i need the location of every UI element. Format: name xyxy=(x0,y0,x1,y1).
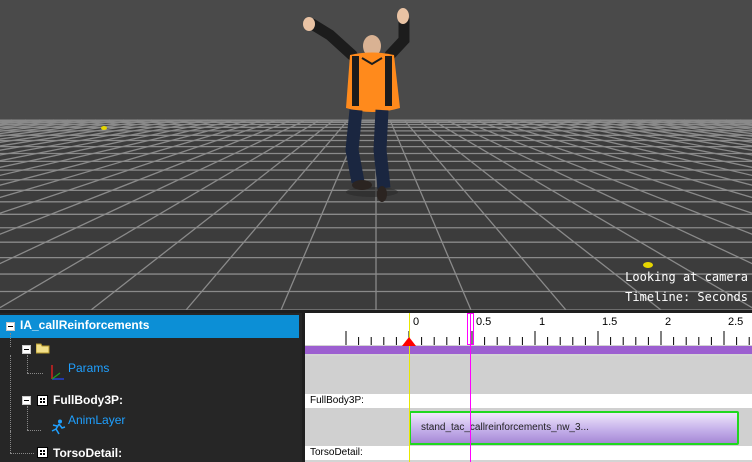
collapse-toggle-fullbody[interactable] xyxy=(22,396,31,405)
scene-render xyxy=(0,8,752,310)
clip-label: stand_tac_callreinforcements_nw_3... xyxy=(421,422,589,433)
tick-label: 1.5 xyxy=(602,316,618,328)
tick-label: 0.5 xyxy=(476,316,492,328)
tree-item-fullbody3p[interactable]: FullBody3P: xyxy=(53,393,123,407)
time-ruler[interactable]: 0 0.5 1 1.5 2 2.5 xyxy=(305,313,752,345)
folder-icon xyxy=(36,343,50,354)
tick-label: 2.5 xyxy=(728,316,744,328)
marker-object xyxy=(643,262,653,268)
timeline-panel[interactable]: 0 0.5 1 1.5 2 2.5 FullBody3P: TorsoDetail: st… xyxy=(305,313,752,462)
marker-object xyxy=(101,126,107,130)
editor-bottom-panel: IA_callReinforcements Params FullBody3P:… xyxy=(0,310,752,462)
animation-range-bar xyxy=(305,346,752,354)
track-fullbody3p[interactable] xyxy=(305,356,752,394)
keyframe-marker-icon[interactable] xyxy=(402,337,416,347)
3d-viewport[interactable]: Looking at camera Timeline: Seconds xyxy=(0,0,752,310)
layer-node-icon xyxy=(37,447,48,458)
animation-tree-panel: IA_callReinforcements Params FullBody3P:… xyxy=(0,313,302,462)
tree-item-params[interactable]: Params xyxy=(68,361,109,375)
playhead-handle[interactable] xyxy=(467,313,474,345)
collapse-toggle-root[interactable] xyxy=(6,322,15,331)
tick-label: 2 xyxy=(665,316,672,328)
params-axis-icon xyxy=(51,365,64,380)
collapse-toggle-folder[interactable] xyxy=(22,345,31,354)
timeline-units-text: Timeline: Seconds xyxy=(625,290,748,304)
runner-icon xyxy=(51,419,66,435)
tick-label: 0 xyxy=(413,316,420,328)
layer-node-icon xyxy=(37,395,48,406)
tick-label: 1 xyxy=(539,316,546,328)
zero-time-marker xyxy=(409,313,410,462)
tree-label-root: IA_callReinforcements xyxy=(20,318,150,332)
track-label-fullbody3p: FullBody3P: xyxy=(305,394,752,408)
camera-status-text: Looking at camera xyxy=(625,270,748,284)
tree-item-torsodetail[interactable]: TorsoDetail: xyxy=(53,446,122,460)
animation-clip[interactable]: stand_tac_callreinforcements_nw_3... xyxy=(409,411,739,445)
tree-item-animlayer[interactable]: AnimLayer xyxy=(68,413,125,427)
track-label-torsodetail: TorsoDetail: xyxy=(305,446,752,460)
ruler-ticks xyxy=(345,331,750,345)
